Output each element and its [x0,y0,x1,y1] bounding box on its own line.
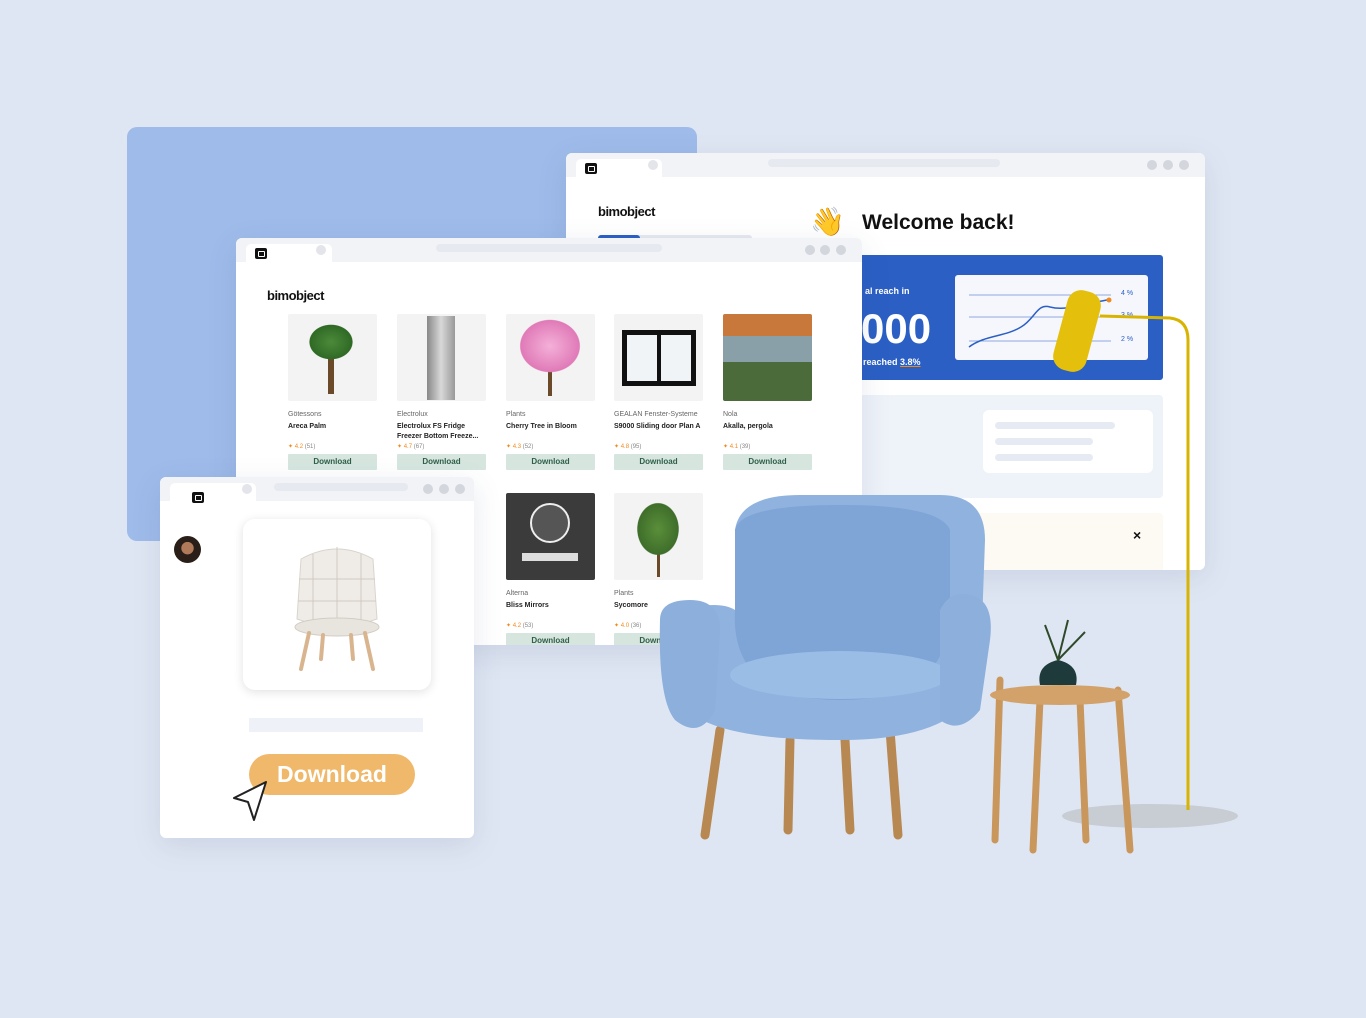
product-rating: 4.8 [620,444,630,450]
title-placeholder [249,718,423,732]
star-icon: ✦ [288,444,294,450]
product-brand: Götessons [288,411,322,418]
app-icon [585,163,597,174]
star-icon: ✦ [506,623,512,629]
vase [1039,660,1077,685]
app-icon [255,248,267,259]
avatar[interactable] [174,536,201,563]
star-icon: ✦ [614,623,620,629]
download-button[interactable]: Download [288,454,377,470]
window-control[interactable] [455,484,465,494]
download-button[interactable]: Download [397,454,486,470]
product-rating: 4.2 [512,623,522,629]
product-name[interactable]: Electrolux FS Fridge Freezer Bottom Free… [397,422,486,443]
product-detail-window: Download [160,477,474,838]
window-control[interactable] [439,484,449,494]
logo: bimobject [598,204,655,219]
rating-count: (52) [522,444,534,450]
product-image[interactable] [506,314,595,401]
download-button[interactable]: Download [506,454,595,470]
logo: bimobject [267,288,324,303]
rating-count: (51) [304,444,316,450]
window-control[interactable] [805,245,815,255]
product-preview [243,519,431,690]
window-control[interactable] [423,484,433,494]
star-icon: ✦ [397,444,403,450]
furniture-illustration [659,290,1238,854]
chair-legs [700,725,903,840]
window-control[interactable] [1163,160,1173,170]
product-image[interactable] [288,314,377,401]
product-card[interactable]: Electrolux Electrolux FS Fridge Freezer … [397,314,486,470]
window-control[interactable] [1179,160,1189,170]
window-control[interactable] [820,245,830,255]
product-card[interactable]: Plants Cherry Tree in Bloom ✦ 4.3 (52) D… [506,314,595,470]
product-rating: 4.3 [512,444,522,450]
product-name[interactable]: Bliss Mirrors [506,601,595,622]
lamp-head [1053,290,1101,372]
product-card[interactable]: Götessons Areca Palm ✦ 4.2 (51) Download [288,314,377,470]
product-brand: Electrolux [397,411,428,418]
window-control[interactable] [1147,160,1157,170]
product-name[interactable]: Areca Palm [288,422,377,443]
product-image[interactable] [506,493,595,580]
download-button[interactable]: Download [249,754,415,795]
greeting: Welcome back! [862,211,1015,234]
rating-count: (53) [522,623,534,629]
download-button[interactable]: Download [506,633,595,645]
product-rating: 4.0 [620,623,630,629]
product-image[interactable] [397,314,486,401]
product-card[interactable]: Alterna Bliss Mirrors ✦ 4.2 (53) Downloa… [506,493,595,645]
product-brand: Plants [506,411,526,418]
cursor-icon [233,781,267,821]
side-table [990,685,1130,705]
lamp-pole [1099,314,1190,810]
rating-count: (67) [413,444,425,450]
product-name[interactable]: Cherry Tree in Bloom [506,422,595,443]
star-icon: ✦ [506,444,512,450]
window-control[interactable] [836,245,846,255]
product-rating: 4.7 [403,444,413,450]
chair-image [294,547,380,671]
star-icon: ✦ [614,444,620,450]
product-brand: Alterna [506,590,529,597]
product-rating: 4.2 [294,444,304,450]
app-icon [192,492,204,503]
waving-hand-icon: 👋 [810,206,845,237]
